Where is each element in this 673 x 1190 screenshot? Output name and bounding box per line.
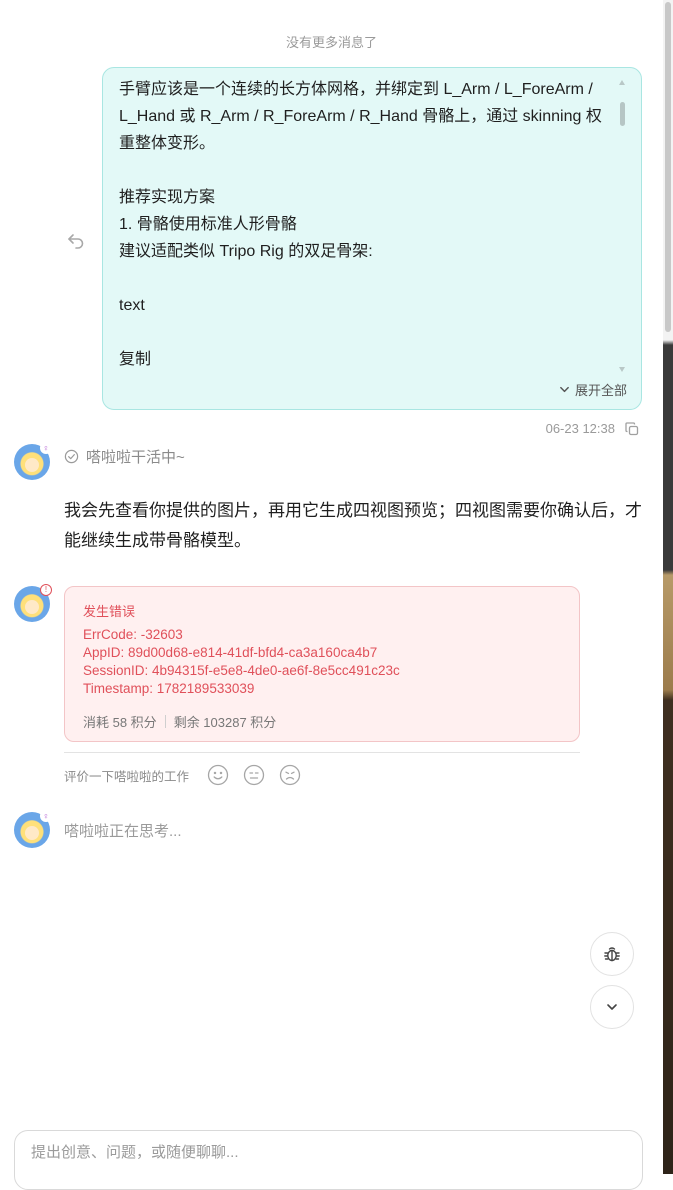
assistant-working-status: 嗒啦啦干活中~ (64, 446, 185, 467)
scroll-down-arrow-icon[interactable] (619, 367, 625, 372)
window-edge-strip (663, 0, 673, 1174)
credits-remaining: 剩余 103287 积分 (173, 715, 277, 730)
female-symbol-icon: ♀ (40, 810, 52, 822)
neutral-face-icon[interactable] (243, 764, 265, 786)
error-title: 发生错误 (83, 604, 136, 619)
bug-icon (604, 947, 620, 962)
user-message-text: 手臂应该是一个连续的长方体网格，并绑定到 L_Arm / L_ForeArm /… (119, 81, 602, 368)
error-session-id: SessionID: 4b94315f-e5e8-4de0-ae6f-8e5cc… (83, 663, 400, 678)
female-symbol-icon: ♀ (40, 442, 52, 454)
rating-row: 评价一下嗒啦啦的工作 (64, 764, 301, 786)
reply-icon[interactable] (66, 230, 86, 250)
bubble-scrollbar-thumb[interactable] (620, 102, 625, 126)
assistant-avatar: ♀ (14, 810, 52, 848)
chat-input-box[interactable] (14, 1130, 643, 1190)
chat-input[interactable] (29, 1143, 623, 1162)
chevron-down-icon (560, 386, 569, 393)
message-timestamp: 06-23 12:38 (545, 421, 615, 436)
bug-report-button[interactable] (590, 932, 634, 976)
credits-cost: 消耗 58 积分 (83, 715, 157, 730)
divider (164, 715, 166, 728)
error-card: 发生错误 ErrCode: -32603 AppID: 89d00d68-e81… (64, 586, 580, 742)
error-timestamp: Timestamp: 1782189533039 (83, 681, 255, 696)
no-more-messages-label: 没有更多消息了 (285, 35, 377, 50)
error-app-id: AppID: 89d00d68-e814-41df-bfd4-ca3a160ca… (83, 645, 378, 660)
rating-faces (207, 764, 301, 786)
credits-usage: 消耗 58 积分 剩余 103287 积分 (83, 712, 561, 731)
error-badge-icon: ! (40, 584, 52, 596)
check-circle-icon (64, 449, 79, 464)
assistant-avatar: ! (14, 584, 52, 622)
smile-icon[interactable] (207, 764, 229, 786)
assistant-avatar: ♀ (14, 442, 52, 480)
user-message-bubble: 手臂应该是一个连续的长方体网格，并绑定到 L_Arm / L_ForeArm /… (102, 67, 642, 410)
avatar-face (25, 600, 39, 614)
bubble-scrollbar[interactable] (617, 80, 627, 372)
scroll-up-arrow-icon[interactable] (619, 80, 625, 85)
avatar-face (25, 458, 39, 472)
rating-prompt: 评价一下嗒啦啦的工作 (64, 769, 190, 784)
page-scrollbar-thumb[interactable] (665, 2, 671, 332)
error-code: ErrCode: -32603 (83, 627, 183, 642)
divider (64, 752, 580, 753)
working-status-label: 嗒啦啦干活中~ (86, 449, 185, 466)
scroll-to-bottom-button[interactable] (590, 985, 634, 1029)
assistant-reply-text: 我会先查看你提供的图片，再用它生成四视图预览；四视图需要你确认后，才能继续生成带… (64, 501, 642, 550)
expand-all-button[interactable]: 展开全部 (559, 380, 627, 399)
chevron-down-icon (607, 1004, 617, 1010)
frown-icon[interactable] (279, 764, 301, 786)
expand-all-label: 展开全部 (574, 383, 627, 398)
thinking-indicator: 嗒啦啦正在思考... (64, 823, 182, 840)
avatar-face (25, 826, 39, 840)
copy-icon[interactable] (625, 421, 639, 436)
user-message-meta: 06-23 12:38 (546, 421, 639, 436)
